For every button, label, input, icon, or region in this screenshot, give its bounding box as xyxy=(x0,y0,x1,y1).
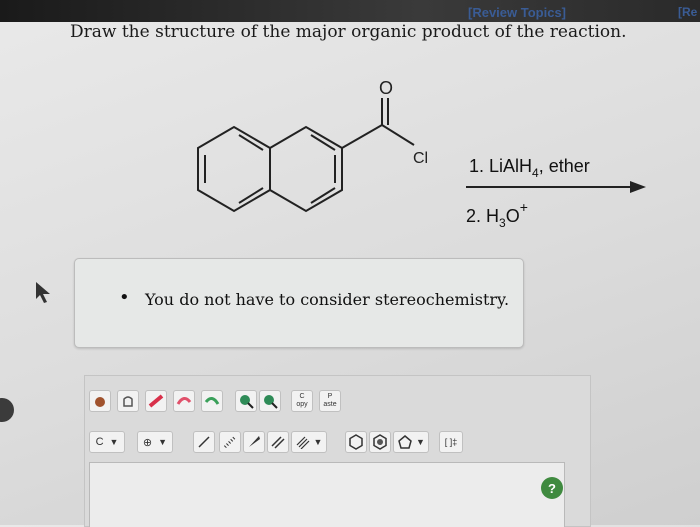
chlorine-label: Cl xyxy=(413,150,428,167)
help-button[interactable]: ? xyxy=(541,477,563,499)
zoom-out-icon[interactable] xyxy=(259,390,281,412)
reaction-arrow-head xyxy=(630,181,646,193)
chevron-down-icon: ▼ xyxy=(158,437,168,447)
eraser-icon[interactable] xyxy=(145,390,167,412)
hint-text: You do not have to consider stereochemis… xyxy=(145,290,510,309)
rotate-icon[interactable] xyxy=(173,390,195,412)
single-bond-icon[interactable] xyxy=(193,431,215,453)
carbon-atom-selector[interactable]: C ▼ xyxy=(89,431,125,453)
bracket-tool[interactable]: [ ]‡ xyxy=(439,431,463,453)
pentagon-ring-selector[interactable]: ▼ xyxy=(393,431,429,453)
structure-editor: Copy Paste C ▼ ⊕ ▼ ▼ ▼ [ ]‡ ? xyxy=(84,375,591,527)
reagent-step1: 1. LiAlH4, ether xyxy=(469,156,590,180)
chevron-down-icon: ▼ xyxy=(313,437,323,447)
acyl-bond xyxy=(341,124,383,149)
lasso-tool-icon[interactable] xyxy=(117,390,139,412)
chevron-down-icon: ▼ xyxy=(416,437,425,447)
hint-bullet: • xyxy=(119,287,130,308)
copy-label: Copy xyxy=(296,393,308,408)
copy-button[interactable]: Copy xyxy=(291,390,313,412)
c-cl-bond xyxy=(381,124,415,146)
mouse-cursor-icon xyxy=(36,282,50,303)
paste-button[interactable]: Paste xyxy=(319,390,341,412)
wedge-bond-icon[interactable] xyxy=(243,431,265,453)
zoom-in-icon[interactable] xyxy=(235,390,257,412)
right-ring xyxy=(269,125,343,213)
double-bond-icon[interactable] xyxy=(267,431,289,453)
hashed-bond-icon[interactable] xyxy=(219,431,241,453)
pentagon-ring-icon xyxy=(398,435,412,449)
carbon-atom-label: C xyxy=(95,436,104,448)
flip-icon[interactable] xyxy=(201,390,223,412)
hint-box: • You do not have to consider stereochem… xyxy=(74,258,524,348)
paste-label: Paste xyxy=(323,393,337,408)
drawing-canvas[interactable]: ? xyxy=(89,462,565,527)
charge-label: ⊕ xyxy=(142,436,153,449)
triple-bond-selector[interactable]: ▼ xyxy=(291,431,327,453)
reagent-step2: 2. H3O+ xyxy=(466,199,528,230)
bracket-label: [ ]‡ xyxy=(444,437,458,447)
back-arrow-icon[interactable] xyxy=(0,398,14,422)
left-ring xyxy=(197,125,271,213)
chevron-down-icon: ▼ xyxy=(109,437,119,447)
charge-selector[interactable]: ⊕ ▼ xyxy=(137,431,173,453)
hexagon-ring-icon[interactable] xyxy=(345,431,367,453)
reaction-scheme: O Cl 1. LiAlH4, ether 2. H3O+ xyxy=(197,78,646,230)
naphthalene-structure xyxy=(197,98,415,213)
triple-bond-icon xyxy=(296,436,309,449)
carbonyl-oxygen-label: O xyxy=(379,78,393,98)
hand-tool-icon[interactable] xyxy=(89,390,111,412)
benzene-ring-icon[interactable] xyxy=(369,431,391,453)
